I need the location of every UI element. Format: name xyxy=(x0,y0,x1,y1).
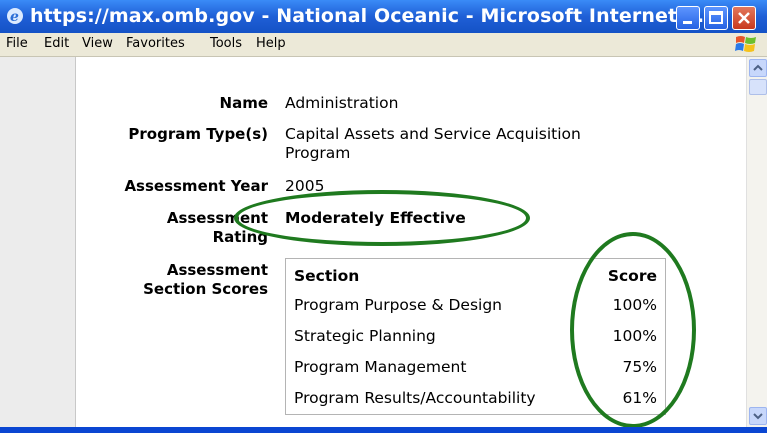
chevron-down-icon xyxy=(753,413,763,420)
menu-favorites[interactable]: Favorites xyxy=(126,36,185,51)
program-type-value-line1: Capital Assets and Service Acquisition xyxy=(285,125,581,143)
assessment-rating-label-line2: Rating xyxy=(212,228,268,246)
menu-help[interactable]: Help xyxy=(256,36,286,51)
score-highlight-oval xyxy=(570,232,696,428)
rating-highlight-oval xyxy=(234,190,530,246)
svg-text:e: e xyxy=(10,9,19,25)
chevron-up-icon xyxy=(753,64,763,71)
table-row-section: Program Purpose & Design xyxy=(294,296,502,314)
window-bottom-border xyxy=(0,427,767,433)
vertical-scrollbar[interactable] xyxy=(746,57,767,427)
table-row-section: Program Management xyxy=(294,358,467,376)
table-row-section: Program Results/Accountability xyxy=(294,389,536,407)
name-value: Administration xyxy=(285,94,399,112)
assessment-year-label: Assessment Year xyxy=(124,177,268,195)
program-type-value-line2: Program xyxy=(285,144,351,162)
name-label: Name xyxy=(219,94,268,112)
menu-file[interactable]: File xyxy=(6,36,28,51)
minimize-button[interactable] xyxy=(676,6,700,30)
menu-bar: File Edit View Favorites Tools Help xyxy=(0,33,767,57)
scroll-down-button[interactable] xyxy=(749,407,767,425)
close-button[interactable] xyxy=(732,6,756,30)
program-type-label: Program Type(s) xyxy=(128,125,268,143)
minimize-icon xyxy=(683,21,692,24)
table-header-section: Section xyxy=(294,267,360,285)
scroll-up-button[interactable] xyxy=(749,59,767,77)
title-bar: e https://max.omb.gov - National Oceanic… xyxy=(0,0,767,33)
menu-view[interactable]: View xyxy=(82,36,113,51)
menu-tools[interactable]: Tools xyxy=(210,36,242,51)
maximize-button[interactable] xyxy=(704,6,728,30)
windows-logo-icon xyxy=(735,36,756,52)
internet-explorer-icon: e xyxy=(7,8,23,25)
menu-edit[interactable]: Edit xyxy=(44,36,69,51)
section-scores-label: Assessment xyxy=(166,261,268,279)
scroll-thumb[interactable] xyxy=(749,79,767,95)
left-margin xyxy=(0,57,75,427)
section-scores-label-line2: Section Scores xyxy=(143,280,268,298)
table-row-section: Strategic Planning xyxy=(294,327,436,345)
close-icon xyxy=(738,12,750,24)
maximize-icon xyxy=(709,11,723,24)
window-title: https://max.omb.gov - National Oceanic -… xyxy=(30,5,719,27)
